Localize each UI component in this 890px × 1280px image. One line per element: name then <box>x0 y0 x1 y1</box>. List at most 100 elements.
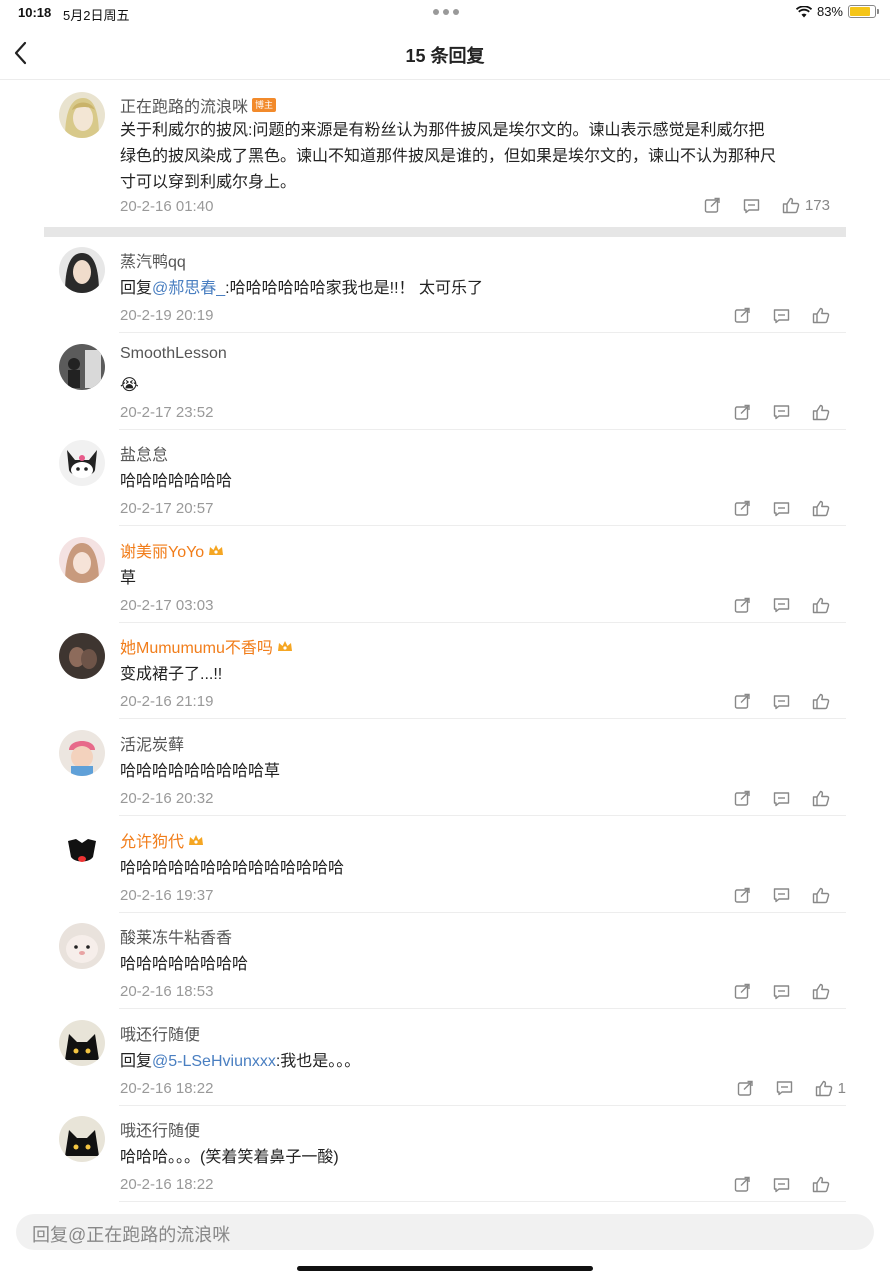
comment-button[interactable] <box>773 791 790 807</box>
avatar[interactable] <box>59 923 105 970</box>
comment-button[interactable] <box>773 308 790 324</box>
like-button[interactable] <box>812 404 830 421</box>
reply-time: 20-2-19 20:19 <box>120 307 214 324</box>
share-button[interactable] <box>734 307 751 324</box>
replier-name[interactable]: 盐怠怠 <box>120 441 168 465</box>
replier-name[interactable]: 她Mumumumu不香吗 <box>120 634 293 658</box>
replier-name[interactable]: 允许狗代 <box>120 828 204 852</box>
replier-name-text[interactable]: 活泥炭藓 <box>120 731 184 755</box>
replier-name[interactable]: 哦还行随便 <box>120 1117 200 1141</box>
comment-button[interactable] <box>773 597 790 613</box>
replier-name[interactable]: 哦还行随便 <box>120 1021 200 1045</box>
thumbs-up-icon <box>812 597 830 613</box>
like-button[interactable] <box>812 597 830 614</box>
replier-name-text[interactable]: 谢美丽YoYo <box>120 538 204 562</box>
share-button[interactable] <box>734 597 751 614</box>
like-button[interactable] <box>812 887 830 904</box>
reply-actions <box>734 693 830 710</box>
commenter-name[interactable]: 正在跑路的流浪咪 博主 <box>120 93 277 117</box>
share-button[interactable] <box>734 983 751 1000</box>
like-button[interactable]: 1 <box>815 1080 846 1097</box>
comment-button[interactable] <box>773 1177 790 1193</box>
share-button[interactable] <box>734 1176 751 1193</box>
reply-actions <box>734 887 830 904</box>
comment-button[interactable] <box>743 198 760 214</box>
replier-name[interactable]: 酸莱冻牛粘香香 <box>120 924 232 948</box>
avatar[interactable] <box>59 92 105 138</box>
comment-text: 关于利威尔的披风:问题的来源是有粉丝认为那件披风是埃尔文的。谏山表示感觉是利威尔… <box>120 122 777 191</box>
comment-button[interactable] <box>773 501 790 517</box>
reply-item: 活泥炭藓 哈哈哈哈哈哈哈哈哈草 20-2-16 20:32 <box>0 720 890 816</box>
reply-actions <box>734 983 830 1000</box>
reply-item: 蒸汽鸭qq 回复@郝思春_:哈哈哈哈哈哈家我也是!!！ 太可乐了 20-2-19… <box>0 237 890 333</box>
share-button[interactable] <box>734 500 751 517</box>
share-button[interactable] <box>734 887 751 904</box>
vip-crown-icon <box>188 833 204 847</box>
share-button[interactable] <box>734 790 751 807</box>
comment-time: 20-2-16 01:40 <box>120 198 214 215</box>
reply-text: 哈哈哈哈哈哈哈 <box>120 469 232 495</box>
mention-link[interactable]: @郝思春_ <box>152 280 225 297</box>
like-button[interactable] <box>812 307 830 324</box>
multitask-dots-icon[interactable] <box>433 9 459 15</box>
avatar[interactable] <box>59 633 105 680</box>
avatar[interactable] <box>59 247 105 293</box>
reply-text-content: 变成裙子了...!! <box>120 666 223 684</box>
reply-item: SmoothLesson 😭 20-2-17 23:52 <box>0 334 890 430</box>
like-button[interactable] <box>812 500 830 517</box>
like-button[interactable] <box>812 693 830 710</box>
like-button[interactable] <box>812 983 830 1000</box>
share-button[interactable] <box>734 404 751 421</box>
share-icon <box>737 1080 753 1096</box>
share-button[interactable] <box>704 197 721 214</box>
avatar[interactable] <box>59 440 105 487</box>
like-button[interactable] <box>812 1176 830 1193</box>
avatar[interactable] <box>59 343 105 390</box>
reply-item: 酸莱冻牛粘香香 哈哈哈哈哈哈哈哈 20-2-16 18:53 <box>0 913 890 1010</box>
commenter-name-text[interactable]: 正在跑路的流浪咪 <box>120 93 248 117</box>
replier-name[interactable]: 谢美丽YoYo <box>120 538 224 562</box>
share-icon <box>734 500 750 516</box>
like-button[interactable] <box>812 790 830 807</box>
reply-actions: 1 <box>737 1080 846 1097</box>
replier-name-text[interactable]: 蒸汽鸭qq <box>120 248 186 272</box>
like-button[interactable]: 173 <box>782 197 830 214</box>
reply-text-content: 哈哈哈哈哈哈哈 <box>120 473 233 491</box>
reply-text: 回复@5-LSeHviunxxx:我也是。。。 <box>120 1049 360 1075</box>
reply-text: 哈哈哈哈哈哈哈哈 <box>120 952 248 978</box>
thumbs-up-icon <box>812 1177 830 1193</box>
share-icon <box>734 790 750 806</box>
reply-time: 20-2-17 20:57 <box>120 500 214 518</box>
replier-name-text[interactable]: SmoothLesson <box>120 345 227 363</box>
replier-name-text[interactable]: 哦还行随便 <box>120 1021 200 1045</box>
avatar[interactable] <box>59 730 105 776</box>
replier-name-text[interactable]: 盐怠怠 <box>120 441 168 465</box>
replier-name[interactable]: SmoothLesson <box>120 345 227 363</box>
reply-text-content: 草 <box>120 569 137 587</box>
comment-button[interactable] <box>773 404 790 420</box>
avatar[interactable] <box>59 1019 105 1066</box>
share-button[interactable] <box>737 1080 754 1097</box>
reply-time: 20-2-16 18:22 <box>120 1176 214 1194</box>
replier-name-text[interactable]: 哦还行随便 <box>120 1117 200 1141</box>
replier-name-text[interactable]: 允许狗代 <box>120 828 184 852</box>
comment-button[interactable] <box>776 1080 793 1096</box>
home-indicator[interactable] <box>297 1266 593 1271</box>
avatar[interactable] <box>59 1116 105 1163</box>
mention-link[interactable]: @5-LSeHviunxxx <box>152 1053 276 1070</box>
comment-button[interactable] <box>773 887 790 903</box>
avatar[interactable] <box>59 826 105 873</box>
share-button[interactable] <box>734 693 751 710</box>
comment-button[interactable] <box>773 694 790 710</box>
replier-name-text[interactable]: 酸莱冻牛粘香香 <box>120 924 232 948</box>
thumbs-up-icon <box>782 197 800 214</box>
comment-icon <box>776 1081 792 1096</box>
comment-button[interactable] <box>773 984 790 1000</box>
reply-input[interactable]: 回复@正在跑路的流浪咪 <box>16 1214 874 1250</box>
avatar[interactable] <box>59 536 105 583</box>
replier-name-text[interactable]: 她Mumumumu不香吗 <box>120 634 273 658</box>
row-divider <box>119 1201 846 1203</box>
replier-name[interactable]: 蒸汽鸭qq <box>120 248 186 272</box>
replier-name[interactable]: 活泥炭藓 <box>120 731 184 755</box>
reply-text: 😭 <box>120 373 139 399</box>
